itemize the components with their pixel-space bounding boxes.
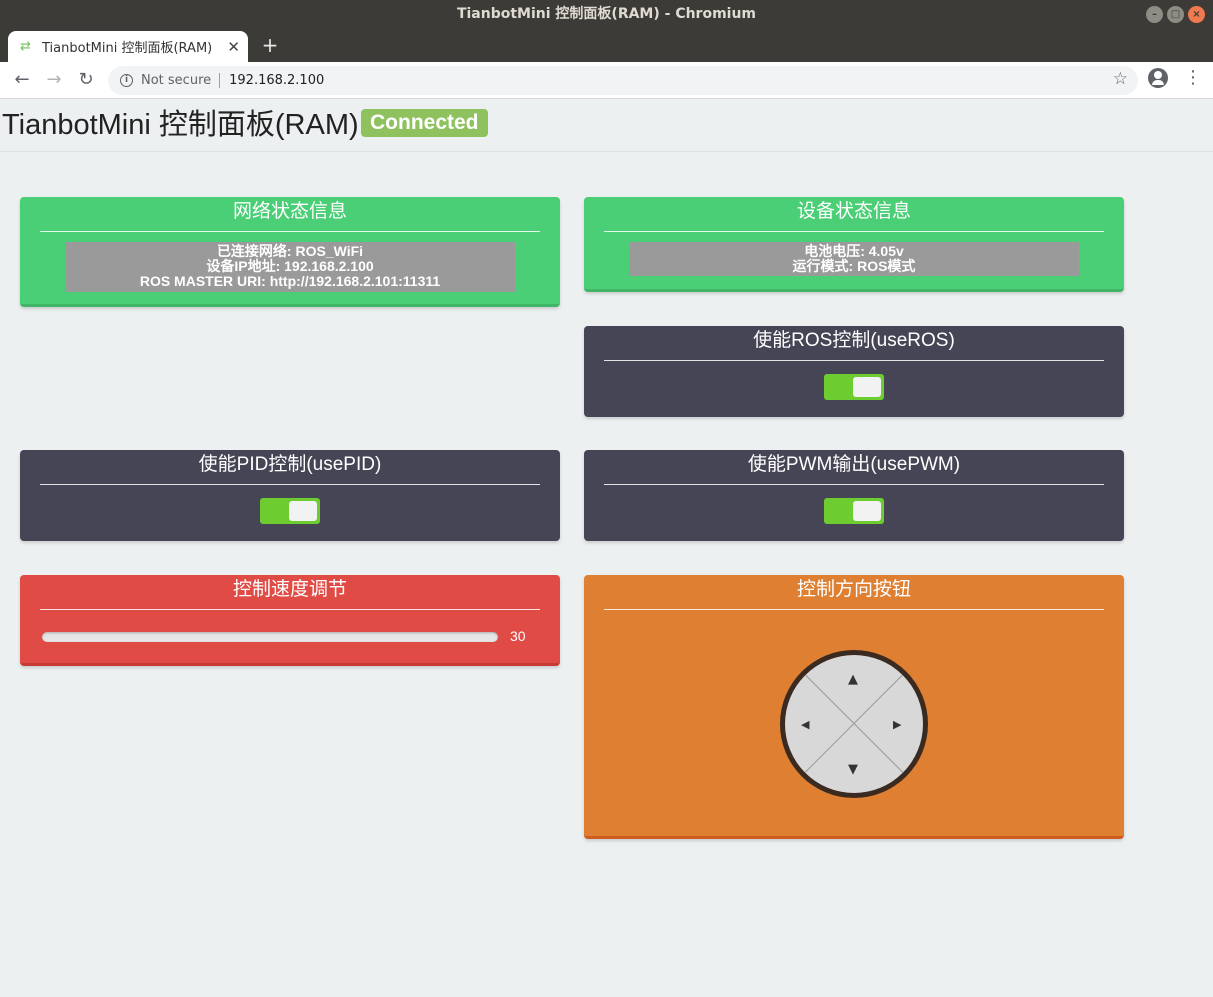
status-badge: Connected: [361, 109, 488, 137]
tab-title: TianbotMini 控制面板(RAM): [42, 41, 213, 56]
window-controls: – □ ×: [1146, 6, 1205, 23]
direction-pad-face: ▲ ▼ ◀ ▶: [785, 655, 923, 793]
back-arrow-icon[interactable]: ←: [9, 67, 35, 93]
device-status-panel: 设备状态信息 电池电压: 4.05v 运行模式: ROS模式: [584, 197, 1124, 292]
account-icon[interactable]: [1148, 68, 1168, 88]
device-info-line: 运行模式: ROS模式: [792, 258, 916, 274]
direction-panel-title: 控制方向按钮: [604, 575, 1104, 610]
pid-panel-title: 使能PID控制(usePID): [40, 450, 540, 485]
direction-pad: ▲ ▼ ◀ ▶: [780, 650, 928, 798]
new-tab-button[interactable]: +: [258, 33, 282, 57]
page-header: TianbotMini 控制面板(RAM) Connected: [0, 99, 1213, 152]
speed-slider[interactable]: [42, 632, 498, 642]
direction-control-panel: 控制方向按钮 ▲ ▼ ◀ ▶: [584, 575, 1124, 839]
more-menu-icon[interactable]: ⋮: [1184, 67, 1202, 88]
security-label[interactable]: Not secure: [141, 73, 221, 88]
forward-arrow-icon[interactable]: →: [41, 67, 67, 93]
page-title: TianbotMini 控制面板(RAM): [2, 109, 359, 141]
ros-panel-title: 使能ROS控制(useROS): [604, 326, 1104, 361]
browser-tab[interactable]: ⇄ TianbotMini 控制面板(RAM) ✕: [8, 31, 248, 62]
use-pid-toggle[interactable]: [260, 498, 320, 524]
network-info-line: 设备IP地址: 192.168.2.100: [206, 258, 374, 274]
device-info-box: 电池电压: 4.05v 运行模式: ROS模式: [629, 242, 1079, 276]
bookmark-star-icon[interactable]: ☆: [1113, 69, 1128, 89]
address-bar[interactable]: i Not secure 192.168.2.100 ☆: [108, 66, 1138, 95]
browser-toolbar: ← → ↻ i Not secure 192.168.2.100 ☆ ⋮: [0, 62, 1213, 99]
reload-icon[interactable]: ↻: [73, 67, 99, 93]
use-pwm-toggle[interactable]: [824, 498, 884, 524]
down-arrow-button[interactable]: ▼: [848, 763, 858, 776]
use-pwm-panel: 使能PWM输出(usePWM): [584, 450, 1124, 541]
speed-control-panel: 控制速度调节 30: [20, 575, 560, 666]
right-arrow-button[interactable]: ▶: [893, 718, 901, 731]
use-ros-panel: 使能ROS控制(useROS): [584, 326, 1124, 417]
network-panel-title: 网络状态信息: [40, 197, 540, 232]
tab-strip: ⇄ TianbotMini 控制面板(RAM) ✕ +: [0, 29, 1213, 62]
toggle-knob: [289, 501, 317, 521]
tab-close-icon[interactable]: ✕: [227, 38, 240, 56]
network-info-line: 已连接网络: ROS_WiFi: [216, 243, 364, 259]
window-title: TianbotMini 控制面板(RAM) - Chromium: [456, 6, 757, 22]
left-arrow-button[interactable]: ◀: [801, 718, 809, 731]
minimize-icon[interactable]: –: [1146, 6, 1163, 23]
page-content: TianbotMini 控制面板(RAM) Connected 网络状态信息 已…: [0, 99, 1213, 997]
close-window-icon[interactable]: ×: [1188, 6, 1205, 23]
network-info-box: 已连接网络: ROS_WiFi 设备IP地址: 192.168.2.100 RO…: [65, 242, 515, 292]
maximize-icon[interactable]: □: [1167, 6, 1184, 23]
toggle-knob: [853, 501, 881, 521]
window-titlebar: TianbotMini 控制面板(RAM) - Chromium – □ ×: [0, 0, 1213, 29]
use-ros-toggle[interactable]: [824, 374, 884, 400]
device-info-line: 电池电压: 4.05v: [804, 243, 904, 259]
up-arrow-button[interactable]: ▲: [848, 673, 858, 686]
network-info-line: ROS MASTER URI: http://192.168.2.101:113…: [139, 273, 441, 289]
toggle-knob: [853, 377, 881, 397]
favicon-icon: ⇄: [20, 39, 31, 54]
url-text[interactable]: 192.168.2.100: [229, 73, 324, 88]
speed-value: 30: [510, 628, 526, 644]
device-panel-title: 设备状态信息: [604, 197, 1104, 232]
info-icon[interactable]: i: [120, 74, 133, 87]
network-status-panel: 网络状态信息 已连接网络: ROS_WiFi 设备IP地址: 192.168.2…: [20, 197, 560, 307]
use-pid-panel: 使能PID控制(usePID): [20, 450, 560, 541]
speed-panel-title: 控制速度调节: [40, 575, 540, 610]
pwm-panel-title: 使能PWM输出(usePWM): [604, 450, 1104, 485]
